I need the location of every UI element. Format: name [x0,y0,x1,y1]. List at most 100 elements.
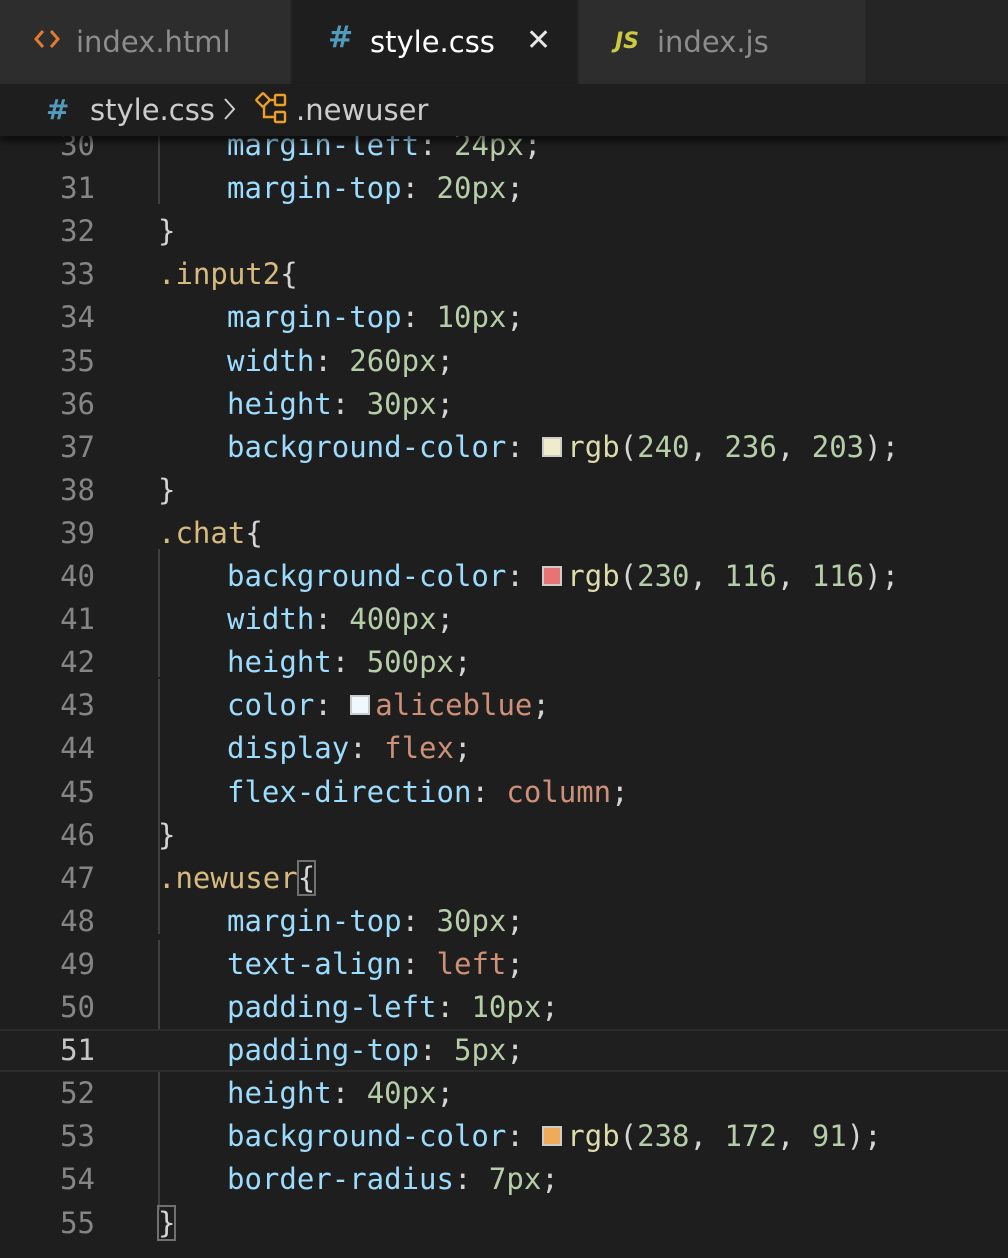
code-text: .input2{ [158,253,298,296]
code-line[interactable]: 50 padding-left: 10px; [0,986,1008,1029]
code-token: , [689,559,725,593]
code-token: 240 [637,429,690,464]
code-line[interactable]: 41 width: 400px; [0,598,1008,641]
code-text: flex-direction: column; [227,771,629,814]
code-text: height: 30px; [227,383,454,426]
code-token: 40px [366,1076,437,1111]
code-token: } [158,472,176,507]
code-icon [34,26,60,58]
css-class-symbol-icon [255,91,291,131]
code-line[interactable]: 54 border-radius: 7px; [0,1158,1008,1201]
code-token: 400px [349,602,437,637]
code-line[interactable]: 43 color: aliceblue; [0,684,1008,727]
code-text: text-align: left; [227,943,524,986]
breadcrumb-file[interactable]: style.css [90,93,215,127]
code-text: } [158,469,175,512]
code-text: .chat{ [158,512,263,555]
code-token: : [331,645,367,680]
code-token: , [776,559,812,593]
breadcrumb-symbol[interactable]: .newuser [296,93,428,127]
code-text: width: 400px; [227,598,454,641]
code-token: ; [506,903,524,938]
matched-brace: } [156,1204,177,1241]
tab-index-html[interactable]: index.html [0,0,290,84]
line-number: 37 [60,429,95,464]
code-token: ; [611,774,629,809]
code-token: : [401,300,437,335]
code-token: .input2 [158,257,281,292]
line-number: 49 [60,946,95,981]
code-line[interactable]: 46} [0,814,1008,857]
code-line[interactable]: 44 display: flex; [0,727,1008,770]
code-editor[interactable]: 30 margin-left: 24px; 31 margin-top: 20px; 3… [0,128,1008,1258]
code-line[interactable]: 38} [0,469,1008,512]
color-swatch[interactable] [542,436,563,457]
code-line[interactable]: 39 .chat{ [0,512,1008,555]
tab-style-css[interactable]: # style.css ✕ [292,0,577,84]
code-line[interactable]: 42 height: 500px; [0,641,1008,684]
code-line[interactable]: 47 .newuser{ [0,857,1008,900]
code-text: height: 500px; [227,641,471,684]
code-line[interactable]: 51 padding-top: 5px; [0,1029,1008,1073]
code-line[interactable]: 32} [0,210,1008,253]
code-line[interactable]: 55} [0,1202,1008,1245]
code-text: border-radius: 7px; [227,1158,559,1201]
code-line[interactable]: 34 margin-top: 10px; [0,296,1008,339]
code-token: ; [506,171,524,206]
tab-index-js[interactable]: JS index.js [579,0,865,84]
code-line[interactable]: 53 background-color: rgb(238, 172, 91); [0,1115,1008,1158]
code-token: ( [619,1119,638,1154]
code-token: 30px [366,386,437,421]
code-line[interactable]: 48 margin-top: 30px; [0,900,1008,943]
code-token: margin-top [227,903,402,938]
code-token: ; [436,343,455,378]
code-line[interactable]: 45 flex-direction: column; [0,771,1008,814]
code-token: 10px [436,300,507,335]
code-line[interactable]: 31 margin-top: 20px; [0,167,1008,210]
code-text: .newuser{ [158,857,317,900]
code-token: 30px [436,903,507,938]
code-token: margin-top [227,171,402,206]
color-swatch[interactable] [542,566,563,586]
code-token: ; [453,731,472,766]
code-token: : [401,946,437,981]
line-number: 38 [60,472,95,507]
code-token: ( [619,559,638,593]
color-swatch[interactable] [542,1126,563,1147]
code-token: : [314,343,350,378]
code-token: 500px [366,645,454,680]
code-line[interactable]: 33 .input2{ [0,253,1008,296]
code-line[interactable]: 37 background-color: rgb(240, 236, 203); [0,426,1008,469]
code-text: margin-top: 20px; [227,167,524,210]
code-token: 238 [637,1119,690,1154]
code-token: ); [846,1119,882,1154]
code-line[interactable]: 35 width: 260px; [0,340,1008,383]
color-swatch[interactable] [350,695,371,716]
code-text: margin-top: 10px; [227,296,524,339]
code-token: 236 [724,429,777,464]
line-number: 32 [60,214,95,249]
code-token: width [227,343,315,378]
code-text: } [158,210,175,253]
line-number: 48 [60,903,95,938]
code-token: 203 [811,429,865,464]
code-token: : [436,990,472,1024]
code-token: ); [864,429,900,464]
code-line[interactable]: 52 height: 40px; [0,1072,1008,1115]
code-line[interactable]: 40 background-color: rgb(230, 116, 116); [0,555,1008,598]
code-text: margin-top: 30px; [227,900,524,943]
code-line[interactable]: 49 text-align: left; [0,943,1008,986]
code-token: flex [384,731,454,766]
line-number: 54 [60,1162,95,1197]
code-line[interactable]: 36 height: 30px; [0,383,1008,426]
code-token: : [314,602,350,637]
code-text: display: flex; [227,727,471,770]
close-icon[interactable]: ✕ [526,24,551,58]
code-token: .newuser [158,860,298,895]
js-icon: JS [615,29,640,54]
line-number: 40 [60,559,95,593]
line-number: 55 [60,1205,95,1240]
code-token: : [349,731,385,766]
code-token: margin-top [227,300,402,335]
code-token: , [689,1119,725,1154]
